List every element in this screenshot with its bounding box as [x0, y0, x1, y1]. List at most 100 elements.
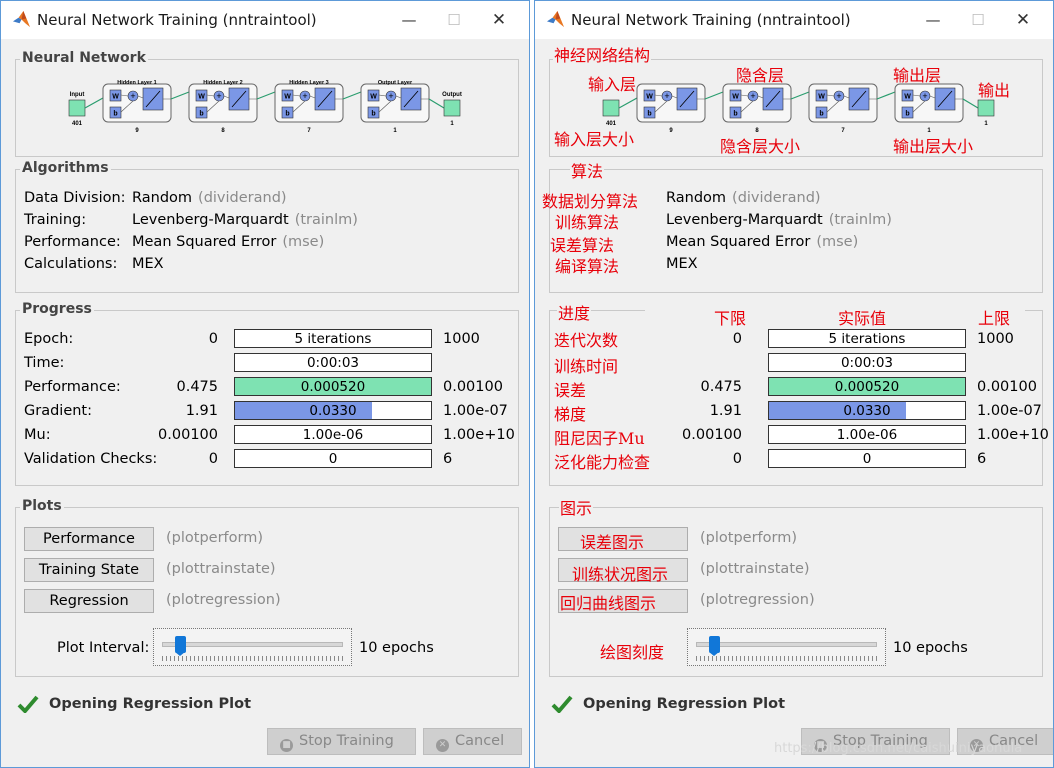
progress-end: 1000	[977, 331, 1014, 347]
annotation-calculations: 编译算法	[555, 257, 620, 276]
minimize-button[interactable]: —	[913, 7, 953, 33]
progress-bar: 5 iterations	[768, 329, 966, 348]
progress-label: Validation Checks:	[24, 451, 158, 467]
cancel-label: Cancel	[455, 733, 505, 749]
slider-thumb[interactable]	[709, 636, 720, 653]
progress-end: 6	[977, 451, 987, 467]
network-diagram: W b + Input 401 Hidden Layer 1 9 Hidden …	[68, 80, 462, 134]
progress-row-epoch: 0 5 iterations 1000	[550, 329, 1042, 351]
layer-3-name: Hidden Layer 3	[289, 80, 328, 86]
nntraintool-window-left: Neural Network Training (nntraintool) — …	[0, 0, 530, 768]
progress-bar: 0.000520	[768, 377, 966, 396]
title-bar[interactable]: Neural Network Training (nntraintool) — …	[1, 1, 529, 39]
progress-current: 1.00e-06	[836, 427, 898, 443]
plot-performance-fn: (plotperform)	[166, 530, 263, 546]
progress-current: 5 iterations	[828, 331, 906, 347]
layer-2-size: 8	[221, 128, 225, 134]
progress-end: 0.00100	[443, 379, 503, 395]
alg-label-data-division: Data Division:	[24, 190, 126, 206]
window-title: Neural Network Training (nntraintool)	[571, 11, 851, 29]
progress-label: Gradient:	[24, 403, 92, 419]
progress-bar: 0	[768, 449, 966, 468]
panel-title: Plots	[20, 498, 64, 514]
annotation-plot-training-state: 训练状况图示	[572, 565, 669, 584]
alg-value-training: Levenberg-Marquardt (trainlm)	[666, 212, 892, 228]
progress-end: 1.00e+10	[977, 427, 1049, 443]
layer-1-name: Hidden Layer 1	[117, 80, 156, 86]
panel-title: Progress	[20, 301, 94, 317]
progress-panel: Progress Epoch: 0 5 iterations 1000 Time…	[15, 301, 519, 486]
progress-bar: 1.00e-06	[234, 425, 432, 444]
alg-label-calculations: Calculations:	[24, 256, 118, 272]
annotation-hidden-layer: 隐含层	[736, 66, 785, 85]
annotation-network-structure: 神经网络结构	[553, 42, 652, 66]
output-label: Output	[442, 92, 462, 98]
annotation-input-layer: 输入层	[588, 75, 637, 94]
progress-end: 1000	[443, 331, 480, 347]
cancel-icon: ✕	[436, 739, 449, 752]
progress-row-gradient: 1.91 0.0330 1.00e-07	[550, 401, 1042, 423]
close-button[interactable]: ✕	[1003, 7, 1043, 33]
plot-performance-button[interactable]: Performance	[24, 527, 154, 551]
status-message: Opening Regression Plot	[17, 695, 251, 713]
slider-track	[696, 642, 877, 647]
plots-panel: Plots Performance (plotperform) Training…	[15, 498, 519, 677]
annotation-training: 训练算法	[555, 213, 620, 232]
maximize-button[interactable]: ☐	[958, 7, 998, 33]
cancel-button[interactable]: ✕ Cancel	[423, 728, 522, 755]
matlab-logo-icon	[546, 10, 565, 28]
plot-training-state-button[interactable]: Training State	[24, 558, 154, 582]
progress-row-validation-checks: Validation Checks: 0 0 6	[16, 449, 518, 471]
title-bar[interactable]: Neural Network Training (nntraintool) — …	[535, 1, 1053, 39]
alg-value-training: Levenberg-Marquardt (trainlm)	[132, 212, 358, 228]
layer-1-size: 9	[669, 128, 673, 134]
progress-bar: 0.0330	[768, 401, 966, 420]
annotation-output-layer: 输出层	[893, 66, 942, 85]
progress-current: 0	[862, 451, 872, 467]
progress-start: 1.91	[185, 403, 218, 419]
plot-training-state-fn: (plottrainstate)	[166, 561, 276, 577]
progress-start: 0.475	[700, 379, 742, 395]
minimize-button[interactable]: —	[389, 7, 429, 33]
input-label: Input	[70, 92, 85, 98]
stop-training-button[interactable]: ■ Stop Training	[267, 728, 416, 755]
status-text: Opening Regression Plot	[49, 696, 252, 712]
progress-current: 0:00:03	[840, 355, 894, 371]
progress-start: 1.91	[709, 403, 742, 419]
stop-training-label: Stop Training	[299, 733, 394, 749]
algorithms-panel: Algorithms Data Division: Random (divider…	[15, 160, 519, 293]
progress-bar: 0	[234, 449, 432, 468]
slider-ticks	[696, 656, 877, 661]
progress-start: 0	[208, 331, 218, 347]
annotation-validation: 泛化能力检查	[554, 453, 651, 472]
progress-row-performance: Performance: 0.475 0.000520 0.00100	[16, 377, 518, 399]
progress-current: 0.0330	[309, 403, 357, 419]
progress-bar: 0:00:03	[768, 353, 966, 372]
progress-start: 0.00100	[682, 427, 742, 443]
status-text: Opening Regression Plot	[583, 696, 786, 712]
annotation-plot-regression: 回归曲线图示	[560, 594, 657, 613]
nntraintool-window-right: Neural Network Training (nntraintool) — …	[534, 0, 1054, 768]
slider-thumb[interactable]	[175, 636, 186, 653]
progress-end: 1.00e-07	[977, 403, 1042, 419]
output-size: 1	[450, 121, 454, 127]
progress-current: 0.000520	[834, 379, 900, 395]
annotation-gradient: 梯度	[554, 405, 587, 424]
alg-value-performance: Mean Squared Error (mse)	[132, 234, 325, 250]
close-button[interactable]: ✕	[479, 7, 519, 33]
annotation-time: 训练时间	[554, 357, 619, 376]
plot-interval-slider[interactable]	[687, 628, 886, 666]
maximize-button[interactable]: ☐	[434, 7, 474, 33]
plot-regression-button[interactable]: Regression	[24, 589, 154, 613]
plot-interval-slider[interactable]	[153, 628, 352, 666]
progress-current: 0	[328, 451, 338, 467]
progress-end: 1.00e+10	[443, 427, 515, 443]
annotation-input-size: 输入层大小	[554, 130, 635, 149]
progress-label: Mu:	[24, 427, 51, 443]
output-layer-size: 1	[393, 128, 397, 134]
checkmark-icon	[551, 695, 573, 713]
plot-training-state-fn: (plottrainstate)	[700, 561, 810, 577]
annotation-epoch: 迭代次数	[554, 331, 619, 350]
output-size: 1	[984, 121, 988, 127]
layer-3-size: 7	[307, 128, 311, 134]
